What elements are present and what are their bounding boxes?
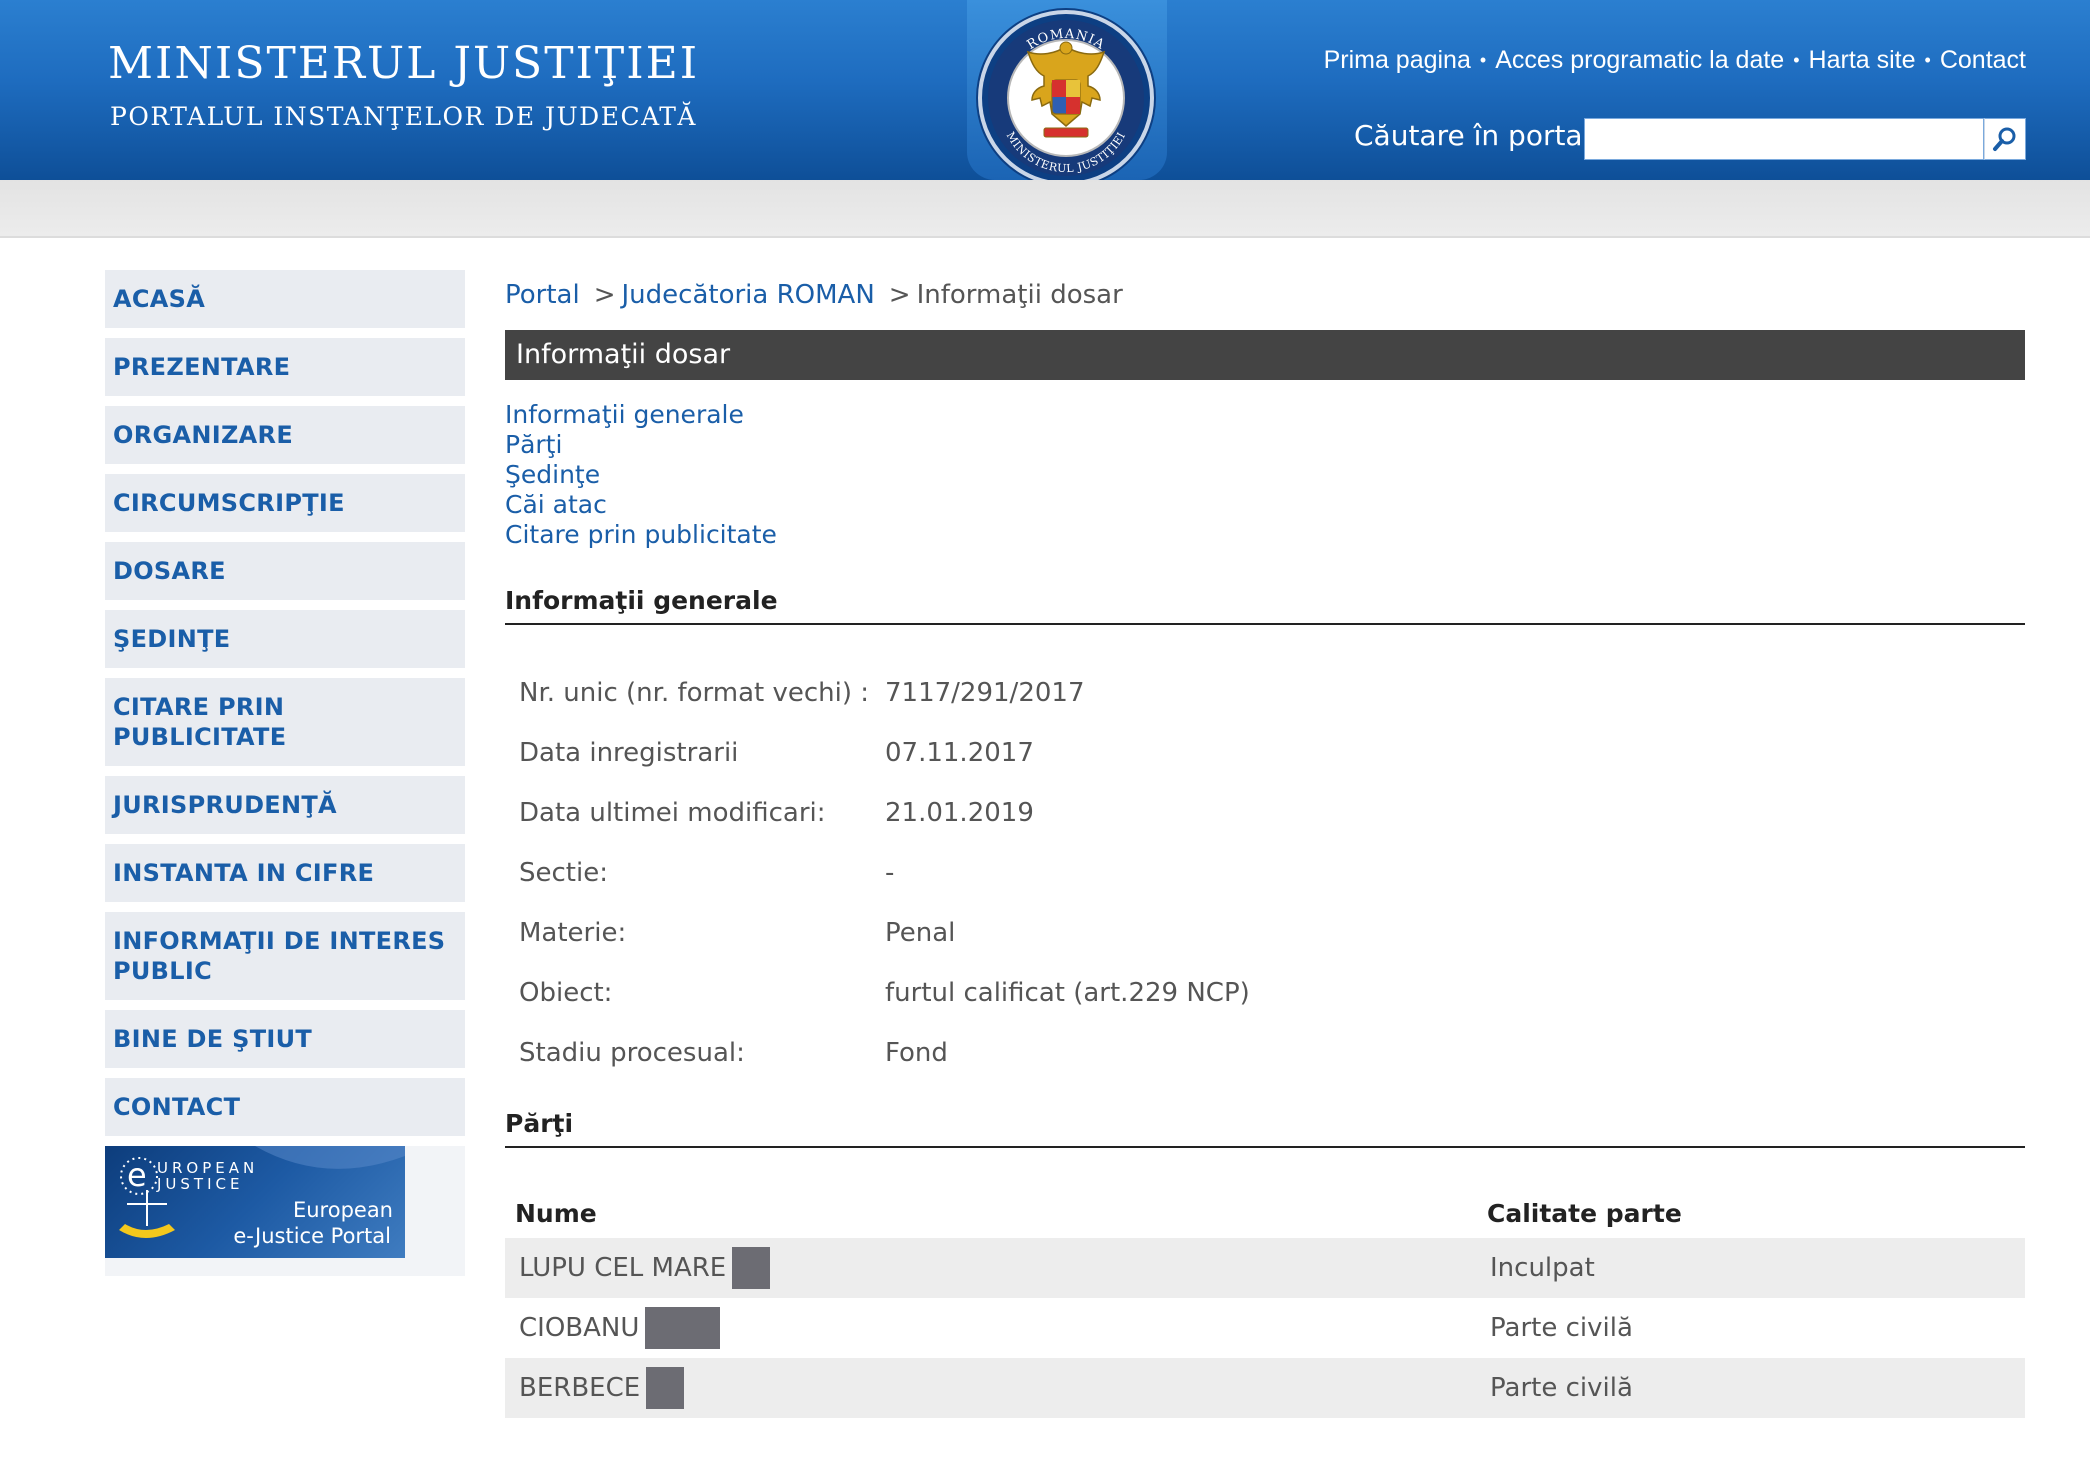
top-navigation: Prima pagina • Acces programatic la date • H…: [1323, 46, 2026, 74]
breadcrumb-current: Informaţii dosar: [916, 280, 1123, 310]
sidebar-item-informatii-interes-public[interactable]: INFORMAŢII DE INTERES PUBLIC: [105, 912, 465, 1000]
party-role: Inculpat: [1490, 1253, 1595, 1283]
header-strip: [0, 180, 2090, 238]
anchor-sedinte[interactable]: Şedinţe: [505, 460, 2025, 490]
main-content: Portal > Judecătoria ROMAN > Informaţii dosa…: [505, 270, 2025, 1418]
sidebar-item-bine-de-stiut[interactable]: BINE DE ŞTIUT: [105, 1010, 465, 1068]
search-icon: [1993, 127, 2016, 151]
breadcrumb: Portal > Judecătoria ROMAN > Informaţii dosa…: [505, 280, 1123, 310]
column-header-nume: Nume: [515, 1198, 597, 1228]
ministry-seal-icon[interactable]: ROMANIA MINISTERUL JUSTIŢIEI: [970, 2, 1162, 194]
site-header: MINISTERUL JUSTIŢIEI PORTALUL INSTANŢELO…: [0, 0, 2090, 188]
ejustice-banner-wrap: e UROPEAN JUSTICE European e-Justice Por…: [105, 1146, 465, 1276]
nav-contact[interactable]: Contact: [1940, 46, 2026, 74]
ejustice-title-line1: European: [292, 1198, 393, 1222]
anchor-citare-prin-publicitate[interactable]: Citare prin publicitate: [505, 520, 2025, 550]
matter-value: Penal: [885, 918, 956, 948]
parti-table-header: Nume Calitate parte: [505, 1188, 2025, 1238]
nav-harta-site[interactable]: Harta site: [1809, 46, 1916, 74]
section-heading-informatii-generale: Informaţii generale: [505, 586, 2025, 625]
registration-date: 07.11.2017: [885, 738, 1034, 768]
ejustice-portal-banner[interactable]: e UROPEAN JUSTICE European e-Justice Por…: [105, 1146, 405, 1258]
info-row: Materie: Penal: [505, 903, 2025, 963]
sidebar-item-dosare[interactable]: DOSARE: [105, 542, 465, 600]
case-number: 7117/291/2017: [885, 678, 1085, 708]
breadcrumb-judecatoria[interactable]: Judecătoria ROMAN: [622, 280, 875, 310]
search-label: Căutare în portal: [1354, 119, 1591, 152]
party-name: CIOBANU: [519, 1313, 640, 1343]
party-role: Parte civilă: [1490, 1313, 1633, 1343]
sidebar-item-prezentare[interactable]: PREZENTARE: [105, 338, 465, 396]
sidebar-item-organizare[interactable]: ORGANIZARE: [105, 406, 465, 464]
ejustice-title-line2: e-Justice Portal: [233, 1224, 391, 1248]
redaction-box: [645, 1307, 721, 1349]
sidebar-item-citare-prin-publicitate[interactable]: CITARE PRIN PUBLICITATE: [105, 678, 465, 766]
section-anchors: Informaţii generale Părţi Şedinţe Căi at…: [505, 400, 2025, 550]
table-row: CIOBANU Parte civilă: [505, 1298, 2025, 1358]
site-subtitle: PORTALUL INSTANŢELOR DE JUDECATĂ: [110, 102, 697, 131]
object-value: furtul calificat (art.229 NCP): [885, 978, 1250, 1008]
section-value: -: [885, 858, 895, 888]
column-header-calitate: Calitate parte: [1487, 1198, 1682, 1228]
ejustice-logo-text: UROPEAN JUSTICE: [157, 1159, 259, 1193]
page-title: Informaţii dosar: [505, 330, 2025, 380]
info-row: Obiect: furtul calificat (art.229 NCP): [505, 963, 2025, 1023]
info-row: Data ultimei modificari: 21.01.2019: [505, 783, 2025, 843]
redaction-box: [646, 1367, 685, 1409]
svg-text:e: e: [127, 1156, 147, 1194]
sidebar-item-sedinte[interactable]: ŞEDINŢE: [105, 610, 465, 668]
party-name: LUPU CEL MARE: [519, 1253, 727, 1283]
nav-acces-programatic[interactable]: Acces programatic la date: [1495, 46, 1784, 74]
site-title[interactable]: MINISTERUL JUSTIŢIEI: [108, 38, 699, 89]
party-name: BERBECE: [519, 1373, 641, 1403]
sidebar-item-circumscriptie[interactable]: CIRCUMSCRIPŢIE: [105, 474, 465, 532]
info-row: Sectie: -: [505, 843, 2025, 903]
sidebar-item-contact[interactable]: CONTACT: [105, 1078, 465, 1136]
last-modified-date: 21.01.2019: [885, 798, 1034, 828]
search-input[interactable]: [1584, 118, 1984, 160]
table-row: LUPU CEL MARE Inculpat: [505, 1238, 2025, 1298]
info-row: Nr. unic (nr. format vechi) :7117/291/20…: [505, 663, 2025, 723]
breadcrumb-portal[interactable]: Portal: [505, 280, 580, 310]
sidebar-item-acasa[interactable]: ACASĂ: [105, 270, 465, 328]
party-role: Parte civilă: [1490, 1373, 1633, 1403]
search-button[interactable]: [1984, 118, 2026, 160]
sidebar-item-jurisprudenta[interactable]: JURISPRUDENŢĂ: [105, 776, 465, 834]
section-heading-parti: Părţi: [505, 1109, 2025, 1148]
info-row: Stadiu procesual: Fond: [505, 1023, 2025, 1083]
anchor-parti[interactable]: Părţi: [505, 430, 2025, 460]
nav-prima-pagina[interactable]: Prima pagina: [1324, 46, 1471, 74]
redaction-box: [732, 1247, 771, 1289]
anchor-informatii-generale[interactable]: Informaţii generale: [505, 400, 2025, 430]
sidebar-item-instanta-in-cifre[interactable]: INSTANTA IN CIFRE: [105, 844, 465, 902]
procedural-stage: Fond: [885, 1038, 948, 1068]
info-row: Data inregistrarii 07.11.2017: [505, 723, 2025, 783]
anchor-cai-atac[interactable]: Căi atac: [505, 490, 2025, 520]
general-info-table: Nr. unic (nr. format vechi) :7117/291/20…: [505, 663, 2025, 1083]
table-row: BERBECE Parte civilă: [505, 1358, 2025, 1418]
sidebar-menu: ACASĂ PREZENTARE ORGANIZARE CIRCUMSCRIPŢ…: [105, 270, 465, 1276]
